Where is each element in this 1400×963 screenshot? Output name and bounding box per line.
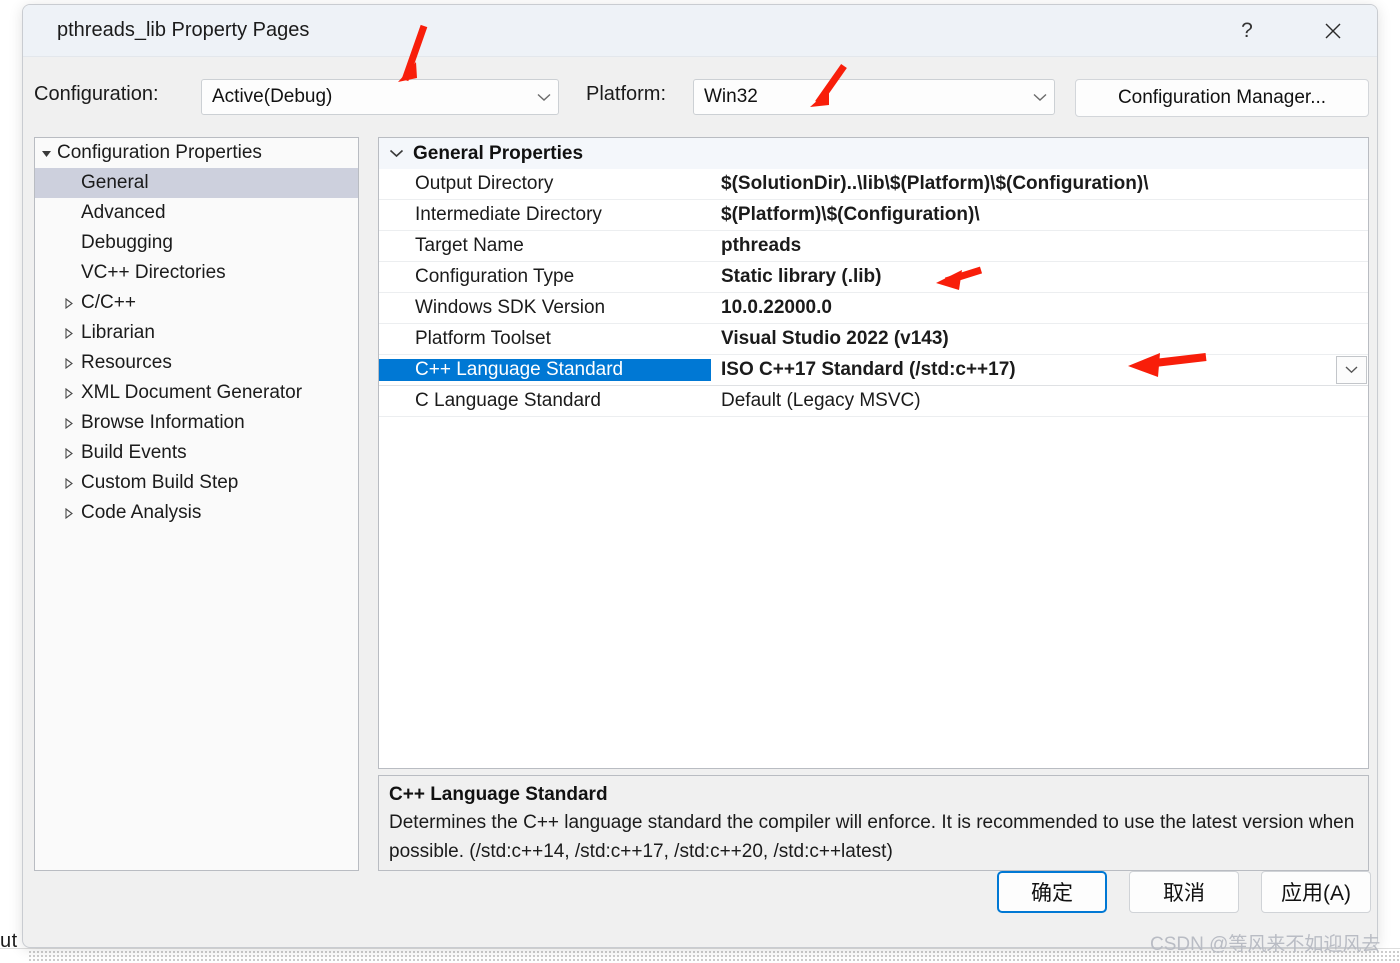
- tree-item-advanced[interactable]: Advanced: [35, 198, 358, 228]
- property-name: Output Directory: [415, 173, 554, 194]
- dialog-titlebar: pthreads_lib Property Pages ?: [23, 5, 1377, 57]
- ok-button[interactable]: 确定: [997, 871, 1107, 913]
- close-icon[interactable]: [1311, 13, 1355, 49]
- tree-item-label: Librarian: [81, 322, 155, 343]
- property-description-title: C++ Language Standard: [389, 784, 608, 805]
- property-description-panel: C++ Language Standard Determines the C++…: [378, 775, 1369, 871]
- tree-expander-collapsed-icon[interactable]: [57, 297, 79, 309]
- platform-dropdown-value: Win32: [704, 86, 758, 107]
- chevron-down-icon: [1345, 366, 1358, 374]
- property-row-output-directory[interactable]: Output Directory $(SolutionDir)..\lib\$(P…: [379, 169, 1368, 200]
- chevron-down-icon: [1026, 93, 1054, 102]
- tree-expander-collapsed-icon[interactable]: [57, 387, 79, 399]
- property-value[interactable]: $(SolutionDir)..\lib\$(Platform)\$(Confi…: [711, 173, 1368, 195]
- apply-button-label: 应用(A): [1281, 882, 1351, 905]
- help-icon[interactable]: ?: [1225, 13, 1269, 49]
- property-row-intermediate-directory[interactable]: Intermediate Directory $(Platform)\$(Conf…: [379, 200, 1368, 231]
- tree-expander-collapsed-icon[interactable]: [57, 327, 79, 339]
- tree-item-label: XML Document Generator: [81, 382, 303, 403]
- tree-expander-collapsed-icon[interactable]: [57, 507, 79, 519]
- tree-item-label: Configuration Properties: [57, 142, 262, 163]
- tree-item-code-analysis[interactable]: Code Analysis: [35, 498, 358, 528]
- dialog-title: pthreads_lib Property Pages: [57, 19, 310, 41]
- property-value[interactable]: ISO C++17 Standard (/std:c++17): [711, 359, 1368, 381]
- tree-item-label: Resources: [81, 352, 172, 373]
- chevron-down-icon: [379, 149, 413, 158]
- cancel-button-label: 取消: [1163, 882, 1205, 905]
- property-value[interactable]: Default (Legacy MSVC): [711, 390, 1368, 412]
- platform-dropdown[interactable]: Win32: [693, 79, 1055, 115]
- tree-item-configuration-properties[interactable]: Configuration Properties: [35, 138, 358, 168]
- configuration-manager-button[interactable]: Configuration Manager...: [1075, 79, 1369, 117]
- property-name: Configuration Type: [415, 266, 575, 287]
- property-value[interactable]: pthreads: [711, 235, 1368, 257]
- tree-item-debugging[interactable]: Debugging: [35, 228, 358, 258]
- tree-expander-expanded-icon[interactable]: [35, 148, 57, 159]
- property-name: C++ Language Standard: [379, 359, 711, 381]
- tree-expander-collapsed-icon[interactable]: [57, 417, 79, 429]
- tree-item-label: Custom Build Step: [81, 472, 239, 493]
- tree-item-label: Build Events: [81, 442, 187, 463]
- property-name: Intermediate Directory: [415, 204, 602, 225]
- tree-expander-collapsed-icon[interactable]: [57, 357, 79, 369]
- tree-item-label: Debugging: [81, 232, 173, 253]
- tree-item-label: C/C++: [81, 292, 136, 313]
- tree-item-label: Code Analysis: [81, 502, 202, 523]
- property-name: C Language Standard: [415, 390, 601, 411]
- tree-item-browse-information[interactable]: Browse Information: [35, 408, 358, 438]
- tree-item-label: Advanced: [81, 202, 166, 223]
- configuration-label: Configuration:: [34, 83, 159, 105]
- tree-expander-collapsed-icon[interactable]: [57, 447, 79, 459]
- configuration-dropdown[interactable]: Active(Debug): [201, 79, 559, 115]
- property-rows: Output Directory $(SolutionDir)..\lib\$(P…: [379, 169, 1368, 417]
- property-name: Platform Toolset: [415, 328, 551, 349]
- property-row-configuration-type[interactable]: Configuration Type Static library (.lib): [379, 262, 1368, 293]
- platform-label: Platform:: [586, 83, 667, 105]
- property-group-header-label: General Properties: [413, 142, 584, 164]
- property-row-c-language-standard[interactable]: C Language Standard Default (Legacy MSVC): [379, 386, 1368, 417]
- tree-item-label: General: [81, 172, 149, 193]
- property-name: Windows SDK Version: [415, 297, 606, 318]
- tree-item-label: VC++ Directories: [81, 262, 226, 283]
- tree-item-custom-build-step[interactable]: Custom Build Step: [35, 468, 358, 498]
- property-value[interactable]: 10.0.22000.0: [711, 297, 1368, 319]
- property-value[interactable]: Static library (.lib): [711, 266, 1368, 288]
- property-row-platform-toolset[interactable]: Platform Toolset Visual Studio 2022 (v143…: [379, 324, 1368, 355]
- tree-item-label: Browse Information: [81, 412, 245, 433]
- configuration-dropdown-value: Active(Debug): [212, 86, 333, 107]
- property-row-windows-sdk-version[interactable]: Windows SDK Version 10.0.22000.0: [379, 293, 1368, 324]
- tree-item-c-c[interactable]: C/C++: [35, 288, 358, 318]
- configuration-tree[interactable]: Configuration Properties General Advanced D…: [34, 137, 359, 871]
- backdrop-clipped-label: ut: [0, 930, 18, 952]
- property-value[interactable]: $(Platform)\$(Configuration)\: [711, 204, 1368, 226]
- ok-button-label: 确定: [1031, 882, 1073, 905]
- configuration-manager-button-label: Configuration Manager...: [1117, 87, 1327, 108]
- tree-item-xml-document-generator[interactable]: XML Document Generator: [35, 378, 358, 408]
- property-row-target-name[interactable]: Target Name pthreads: [379, 231, 1368, 262]
- property-value-dropdown-button[interactable]: [1336, 356, 1367, 384]
- apply-button[interactable]: 应用(A): [1261, 871, 1371, 913]
- property-pages-dialog: pthreads_lib Property Pages ? Configurat…: [22, 4, 1378, 948]
- tree-expander-collapsed-icon[interactable]: [57, 477, 79, 489]
- property-row-cpp-language-standard[interactable]: C++ Language Standard ISO C++17 Standard …: [379, 355, 1368, 386]
- configuration-toolbar: Configuration: Active(Debug) Platform: W…: [23, 57, 1377, 129]
- property-description-body: Determines the C++ language standard the…: [389, 812, 1355, 862]
- property-name: Target Name: [415, 235, 524, 256]
- cancel-button[interactable]: 取消: [1129, 871, 1239, 913]
- tree-item-librarian[interactable]: Librarian: [35, 318, 358, 348]
- tree-item-vc-directories[interactable]: VC++ Directories: [35, 258, 358, 288]
- property-group-header[interactable]: General Properties: [379, 138, 1368, 169]
- chevron-down-icon: [530, 93, 558, 102]
- watermark: CSDN @等风来不如迎风去: [1150, 934, 1381, 955]
- property-value[interactable]: Visual Studio 2022 (v143): [711, 328, 1368, 350]
- tree-item-general[interactable]: General: [35, 168, 358, 198]
- property-grid[interactable]: General Properties Output Directory $(Sol…: [378, 137, 1369, 769]
- help-icon-glyph: ?: [1241, 19, 1253, 42]
- close-icon-glyph: [1325, 23, 1341, 39]
- tree-item-resources[interactable]: Resources: [35, 348, 358, 378]
- tree-item-build-events[interactable]: Build Events: [35, 438, 358, 468]
